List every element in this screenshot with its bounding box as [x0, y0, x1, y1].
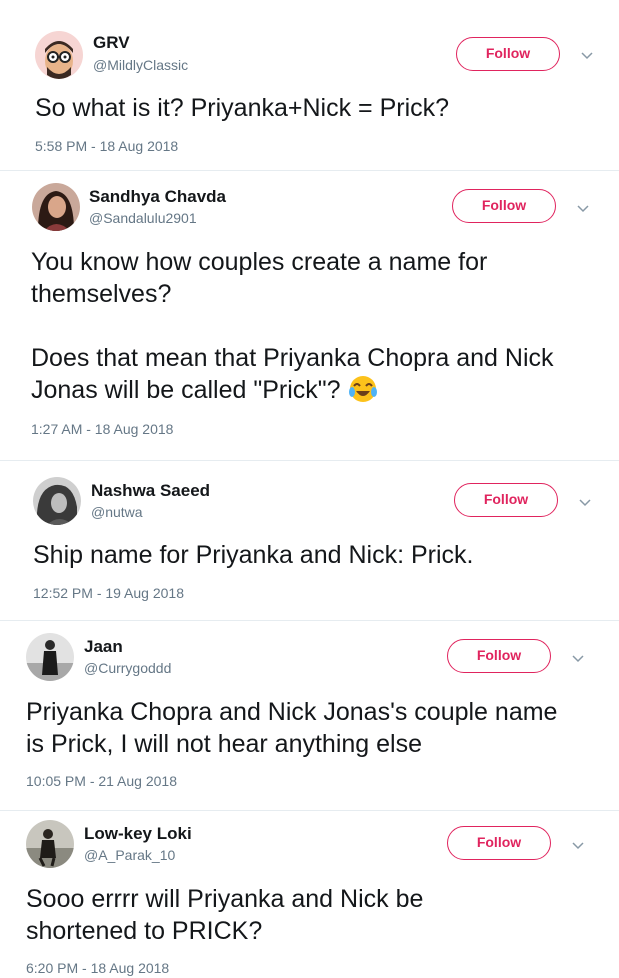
timestamp[interactable]: 6:20 PM - 18 Aug 2018 [26, 960, 169, 976]
follow-button[interactable]: Follow [447, 826, 551, 860]
user-handle[interactable]: @nutwa [91, 504, 143, 520]
avatar[interactable] [33, 477, 81, 525]
tweet-text: Priyanka Chopra and Nick Jonas's couple … [26, 698, 565, 758]
timestamp[interactable]: 10:05 PM - 21 Aug 2018 [26, 773, 177, 789]
tweet-text-line: Does that mean that Priyanka Chopra and … [31, 344, 561, 404]
tweet-text: Sooo errrr will Priyanka and Nick be sho… [26, 885, 431, 945]
timestamp[interactable]: 12:52 PM - 19 Aug 2018 [33, 585, 184, 601]
chevron-down-icon[interactable] [576, 201, 590, 215]
avatar[interactable] [32, 183, 80, 231]
user-handle[interactable]: @MildlyClassic [93, 57, 188, 73]
face-with-tears-of-joy-icon [348, 376, 377, 402]
tweet-card: Sandhya Chavda @Sandalulu2901 Follow You… [0, 170, 619, 460]
tweet-text: Does that mean that Priyanka Chopra and … [31, 342, 571, 406]
timestamp[interactable]: 5:58 PM - 18 Aug 2018 [35, 138, 178, 154]
chevron-down-icon[interactable] [571, 838, 585, 852]
follow-button[interactable]: Follow [454, 483, 558, 517]
timestamp[interactable]: 1:27 AM - 18 Aug 2018 [31, 421, 173, 437]
tweet-card: Low-key Loki @A_Parak_10 Follow Sooo err… [0, 810, 619, 978]
tweet-card: Jaan @Currygoddd Follow Priyanka Chopra … [0, 620, 619, 810]
chevron-down-icon[interactable] [580, 48, 594, 62]
user-handle[interactable]: @Currygoddd [84, 660, 171, 676]
display-name[interactable]: Low-key Loki [84, 824, 192, 844]
tweet-card: Nashwa Saeed @nutwa Follow Ship name for… [0, 460, 619, 620]
follow-button[interactable]: Follow [456, 37, 560, 71]
avatar[interactable] [26, 820, 74, 868]
display-name[interactable]: Jaan [84, 637, 123, 657]
avatar[interactable] [35, 31, 83, 79]
follow-button[interactable]: Follow [447, 639, 551, 673]
display-name[interactable]: GRV [93, 33, 130, 53]
tweet-card: GRV @MildlyClassic Follow So what is it?… [0, 0, 619, 170]
avatar[interactable] [26, 633, 74, 681]
display-name[interactable]: Sandhya Chavda [89, 187, 226, 207]
tweet-text: So what is it? Priyanka+Nick = Prick? [35, 94, 450, 122]
chevron-down-icon[interactable] [578, 495, 592, 509]
user-handle[interactable]: @A_Parak_10 [84, 847, 175, 863]
chevron-down-icon[interactable] [571, 651, 585, 665]
tweet-text: Ship name for Priyanka and Nick: Prick. [33, 541, 474, 569]
display-name[interactable]: Nashwa Saeed [91, 481, 210, 501]
follow-button[interactable]: Follow [452, 189, 556, 223]
tweet-text: You know how couples create a name for t… [31, 248, 495, 308]
user-handle[interactable]: @Sandalulu2901 [89, 210, 197, 226]
